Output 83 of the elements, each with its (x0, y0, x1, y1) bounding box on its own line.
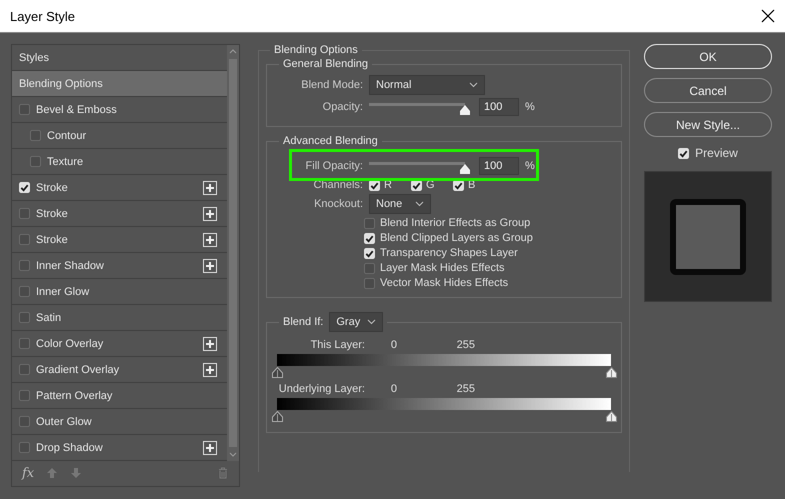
checkbox[interactable] (19, 208, 30, 219)
slider-thumb[interactable] (459, 164, 471, 174)
section-title: Blending Options (273, 44, 359, 56)
unit-label: % (525, 160, 535, 172)
checkbox[interactable] (364, 278, 375, 288)
caret-icon (367, 319, 376, 325)
add-icon[interactable] (203, 258, 217, 272)
field-label: Opacity: (322, 101, 363, 113)
checkbox[interactable] (19, 364, 30, 375)
style-label[interactable]: Inner Shadow (36, 260, 197, 272)
close-icon[interactable] (761, 9, 775, 23)
range-thumb[interactable] (272, 367, 283, 378)
add-icon[interactable] (203, 232, 217, 246)
range-label: Underlying Layer: (278, 383, 365, 395)
add-icon[interactable] (203, 206, 217, 220)
style-list-item[interactable]: Blending Options (12, 71, 227, 97)
range-value: 255 (456, 339, 475, 351)
opacity-slider[interactable] (369, 100, 473, 114)
range-thumb[interactable] (606, 411, 617, 422)
blend-mode-dropdown[interactable]: Normal (369, 75, 485, 95)
checkbox[interactable] (19, 104, 30, 115)
checkbox[interactable] (19, 312, 30, 323)
style-label[interactable]: Gradient Overlay (36, 364, 197, 376)
blend-if-dropdown[interactable]: Gray (329, 312, 384, 332)
range-value: 255 (456, 383, 475, 395)
dialog-button[interactable]: Cancel (644, 78, 772, 103)
field-label: Fill Opacity: (304, 160, 363, 172)
checkbox[interactable] (19, 338, 30, 349)
option-label[interactable]: Layer Mask Hides Effects (380, 262, 505, 274)
style-label[interactable]: Stroke (36, 234, 197, 246)
add-icon[interactable] (203, 180, 217, 194)
field-label: Blend If: (283, 316, 324, 328)
field-label: Channels: (312, 179, 363, 191)
window-title: Layer Style (10, 8, 76, 24)
checkbox[interactable] (19, 234, 30, 245)
checkbox[interactable] (19, 286, 30, 297)
caret-icon (415, 201, 424, 207)
range-thumb[interactable] (272, 411, 283, 422)
style-label[interactable]: Inner Glow (36, 286, 217, 298)
add-icon[interactable] (203, 336, 217, 350)
add-icon[interactable] (203, 362, 217, 376)
dialog-button[interactable]: OK (644, 44, 772, 69)
preview-label[interactable]: Preview (695, 146, 738, 160)
style-label[interactable]: Pattern Overlay (36, 390, 217, 402)
checkbox[interactable] (19, 260, 30, 271)
style-label[interactable]: Bevel & Emboss (36, 104, 217, 116)
checkbox[interactable] (364, 218, 375, 228)
fx-button[interactable]: fx (22, 466, 34, 480)
style-label[interactable]: Color Overlay (36, 338, 197, 350)
unit-label: % (525, 101, 535, 113)
knockout-dropdown[interactable]: None (369, 194, 431, 214)
caret-icon (469, 82, 478, 88)
style-label[interactable]: Texture (47, 156, 217, 168)
checkbox[interactable] (30, 156, 41, 167)
field-label: Knockout: (313, 198, 363, 210)
style-label[interactable]: Drop Shadow (36, 442, 197, 454)
checkbox[interactable] (19, 390, 30, 401)
option-label[interactable]: Blend Clipped Layers as Group (380, 232, 533, 244)
option-label[interactable]: Vector Mask Hides Effects (380, 277, 508, 289)
group-title: General Blending (282, 58, 370, 70)
field-label: Blend Mode: (300, 79, 363, 91)
slider-thumb[interactable] (459, 105, 471, 115)
style-label[interactable]: Contour (47, 130, 217, 142)
option-label[interactable]: Transparency Shapes Layer (380, 247, 518, 259)
range-value: 0 (390, 383, 397, 395)
range-value: 0 (390, 339, 397, 351)
style-label[interactable]: Stroke (36, 182, 197, 194)
style-label[interactable]: Satin (36, 312, 217, 324)
value-field[interactable]: 100 (479, 98, 519, 116)
range-label: This Layer: (310, 339, 365, 351)
group-title: Advanced Blending (282, 135, 379, 147)
checkbox[interactable] (30, 130, 41, 141)
dialog-button[interactable]: New Style... (644, 112, 772, 137)
value-field[interactable]: 100 (479, 157, 519, 175)
style-label[interactable]: Stroke (36, 208, 197, 220)
option-label[interactable]: Blend Interior Effects as Group (380, 217, 530, 229)
style-label[interactable]: Outer Glow (36, 416, 217, 428)
checkbox[interactable] (19, 442, 30, 453)
add-icon[interactable] (203, 440, 217, 454)
opacity-slider[interactable] (369, 159, 473, 173)
checkbox[interactable] (364, 262, 375, 274)
checkbox[interactable] (19, 416, 30, 427)
range-thumb[interactable] (606, 367, 617, 378)
